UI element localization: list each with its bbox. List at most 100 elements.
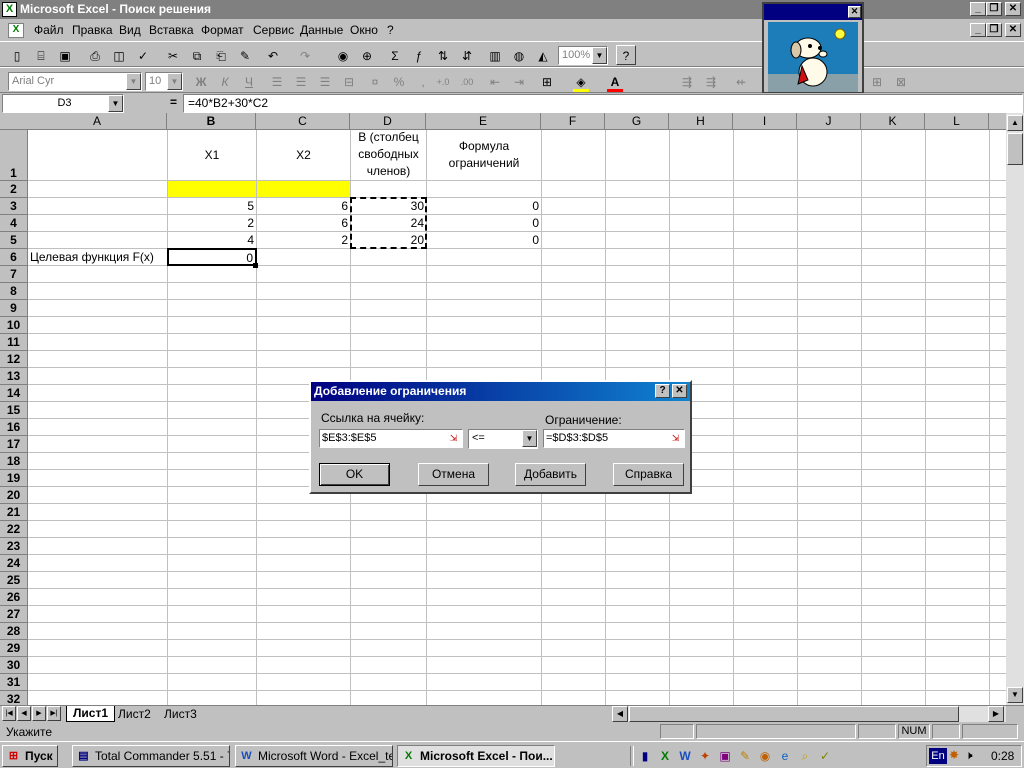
- auditing-trace-dependents-icon[interactable]: ⇶: [700, 72, 722, 92]
- menu-window[interactable]: Окно: [350, 23, 378, 37]
- column-header-b[interactable]: B: [167, 113, 256, 130]
- menu-insert[interactable]: Вставка: [149, 23, 194, 37]
- dialog-help-button[interactable]: ?: [655, 384, 670, 398]
- column-header-l[interactable]: L: [925, 113, 989, 130]
- row-header[interactable]: 9: [0, 300, 28, 317]
- row-header[interactable]: 8: [0, 283, 28, 300]
- cell-b2[interactable]: [168, 181, 256, 197]
- close-icon[interactable]: ✕: [848, 6, 861, 18]
- task-excel-active[interactable]: X Microsoft Excel - Пои...: [397, 745, 555, 767]
- quicklaunch-search-icon[interactable]: ⌕: [796, 746, 814, 766]
- scroll-down-icon[interactable]: ▼: [1007, 687, 1023, 703]
- web-toolbar-icon[interactable]: ◉: [332, 46, 354, 66]
- row-header[interactable]: 4: [0, 215, 28, 232]
- menu-tools[interactable]: Сервис: [253, 23, 294, 37]
- print-icon[interactable]: ⎙: [84, 46, 106, 66]
- row-header[interactable]: 19: [0, 470, 28, 487]
- cell-c1[interactable]: X2: [257, 147, 350, 164]
- minimize-button[interactable]: _: [970, 2, 986, 16]
- redo-icon[interactable]: ↷: [294, 46, 316, 66]
- cell-c4[interactable]: 6: [257, 215, 350, 231]
- function-icon[interactable]: ƒ: [408, 46, 430, 66]
- bold-button[interactable]: Ж: [190, 72, 212, 92]
- format-painter-icon[interactable]: ✎: [234, 46, 256, 66]
- doc-minimize-button[interactable]: _: [970, 23, 986, 37]
- row-header[interactable]: 5: [0, 232, 28, 249]
- row-header[interactable]: 13: [0, 368, 28, 385]
- formula-input[interactable]: =40*B2+30*C2: [183, 94, 1023, 113]
- borders-icon[interactable]: ⊞: [536, 72, 558, 92]
- copy-icon[interactable]: ⧉: [186, 46, 208, 66]
- circle-invalid-icon[interactable]: ⊞: [866, 72, 888, 92]
- horizontal-scrollbar[interactable]: ◀ ▶: [612, 706, 1006, 722]
- quicklaunch-word-icon[interactable]: W: [676, 746, 694, 766]
- align-center-icon[interactable]: ☰: [290, 72, 312, 92]
- cell-c3[interactable]: 6: [257, 198, 350, 214]
- currency-icon[interactable]: ¤: [364, 72, 386, 92]
- scroll-right-icon[interactable]: ▶: [988, 706, 1004, 722]
- row-header[interactable]: 32: [0, 691, 28, 705]
- quicklaunch-media-icon[interactable]: ◉: [756, 746, 774, 766]
- ok-button[interactable]: OK: [319, 463, 390, 486]
- collapse-dialog-icon[interactable]: ⇲: [668, 431, 683, 445]
- quicklaunch-notes-icon[interactable]: ✓: [816, 746, 834, 766]
- row-header[interactable]: 23: [0, 538, 28, 555]
- row-header[interactable]: 31: [0, 674, 28, 691]
- formula-equals-button[interactable]: =: [170, 95, 177, 109]
- dialog-close-button[interactable]: ✕: [672, 384, 687, 398]
- row-header[interactable]: 30: [0, 657, 28, 674]
- row-header[interactable]: 7: [0, 266, 28, 283]
- close-button[interactable]: ✕: [1005, 2, 1021, 16]
- underline-button[interactable]: Ч: [238, 72, 260, 92]
- zoom-select[interactable]: 100% ▼: [558, 46, 608, 65]
- row-header[interactable]: 10: [0, 317, 28, 334]
- next-sheet-icon[interactable]: ▶: [32, 706, 46, 721]
- operator-select[interactable]: <= ▼: [468, 429, 538, 449]
- row-header[interactable]: 12: [0, 351, 28, 368]
- cell-b1[interactable]: X1: [168, 147, 256, 164]
- quicklaunch-ie-icon[interactable]: e: [776, 746, 794, 766]
- cancel-button[interactable]: Отмена: [418, 463, 489, 486]
- row-header[interactable]: 22: [0, 521, 28, 538]
- office-assistant-help-icon[interactable]: ?: [616, 45, 636, 65]
- prev-sheet-icon[interactable]: ◀: [17, 706, 31, 721]
- spelling-icon[interactable]: ✓: [132, 46, 154, 66]
- tray-app-icon[interactable]: ✸: [949, 748, 959, 762]
- cut-icon[interactable]: ✂: [162, 46, 184, 66]
- fill-handle[interactable]: [253, 263, 258, 268]
- print-preview-icon[interactable]: ◫: [108, 46, 130, 66]
- row-header[interactable]: 18: [0, 453, 28, 470]
- menu-edit[interactable]: Правка: [72, 23, 113, 37]
- sheet-tab[interactable]: Лист3: [160, 707, 201, 721]
- row-header[interactable]: 24: [0, 555, 28, 572]
- align-right-icon[interactable]: ☰: [314, 72, 336, 92]
- cell-c2[interactable]: [257, 181, 350, 197]
- decrease-indent-icon[interactable]: ⇤: [484, 72, 506, 92]
- column-header-j[interactable]: J: [797, 113, 861, 130]
- cell-b5[interactable]: 4: [168, 232, 256, 248]
- task-total-commander[interactable]: ▤ Total Commander 5.51 - 777: [72, 745, 230, 767]
- column-header-m[interactable]: [989, 113, 1006, 130]
- clear-circles-icon[interactable]: ⊠: [890, 72, 912, 92]
- auditing-remove-arrows-icon[interactable]: ⇷: [730, 72, 752, 92]
- quicklaunch-tool-icon[interactable]: ✦: [696, 746, 714, 766]
- row-header[interactable]: 2: [0, 181, 28, 198]
- save-icon[interactable]: ▣: [54, 46, 76, 66]
- hyperlink-icon[interactable]: ⊕: [356, 46, 378, 66]
- first-sheet-icon[interactable]: |◀: [2, 706, 16, 721]
- row-header[interactable]: 3: [0, 198, 28, 215]
- cell-e3[interactable]: 0: [427, 198, 541, 214]
- row-header[interactable]: 20: [0, 487, 28, 504]
- add-button[interactable]: Добавить: [515, 463, 586, 486]
- sort-descending-icon[interactable]: ⇵: [456, 46, 478, 66]
- column-header-c[interactable]: C: [256, 113, 350, 130]
- map-icon[interactable]: ◍: [508, 46, 530, 66]
- paste-icon[interactable]: ⎗: [210, 46, 232, 66]
- select-all-button[interactable]: [0, 113, 29, 130]
- row-header[interactable]: 1: [0, 130, 28, 181]
- scroll-left-icon[interactable]: ◀: [612, 706, 628, 722]
- office-assistant[interactable]: ✕: [762, 2, 864, 94]
- decrease-decimal-icon[interactable]: .00: [456, 72, 478, 92]
- doc-close-button[interactable]: ✕: [1005, 23, 1021, 37]
- align-left-icon[interactable]: ☰: [266, 72, 288, 92]
